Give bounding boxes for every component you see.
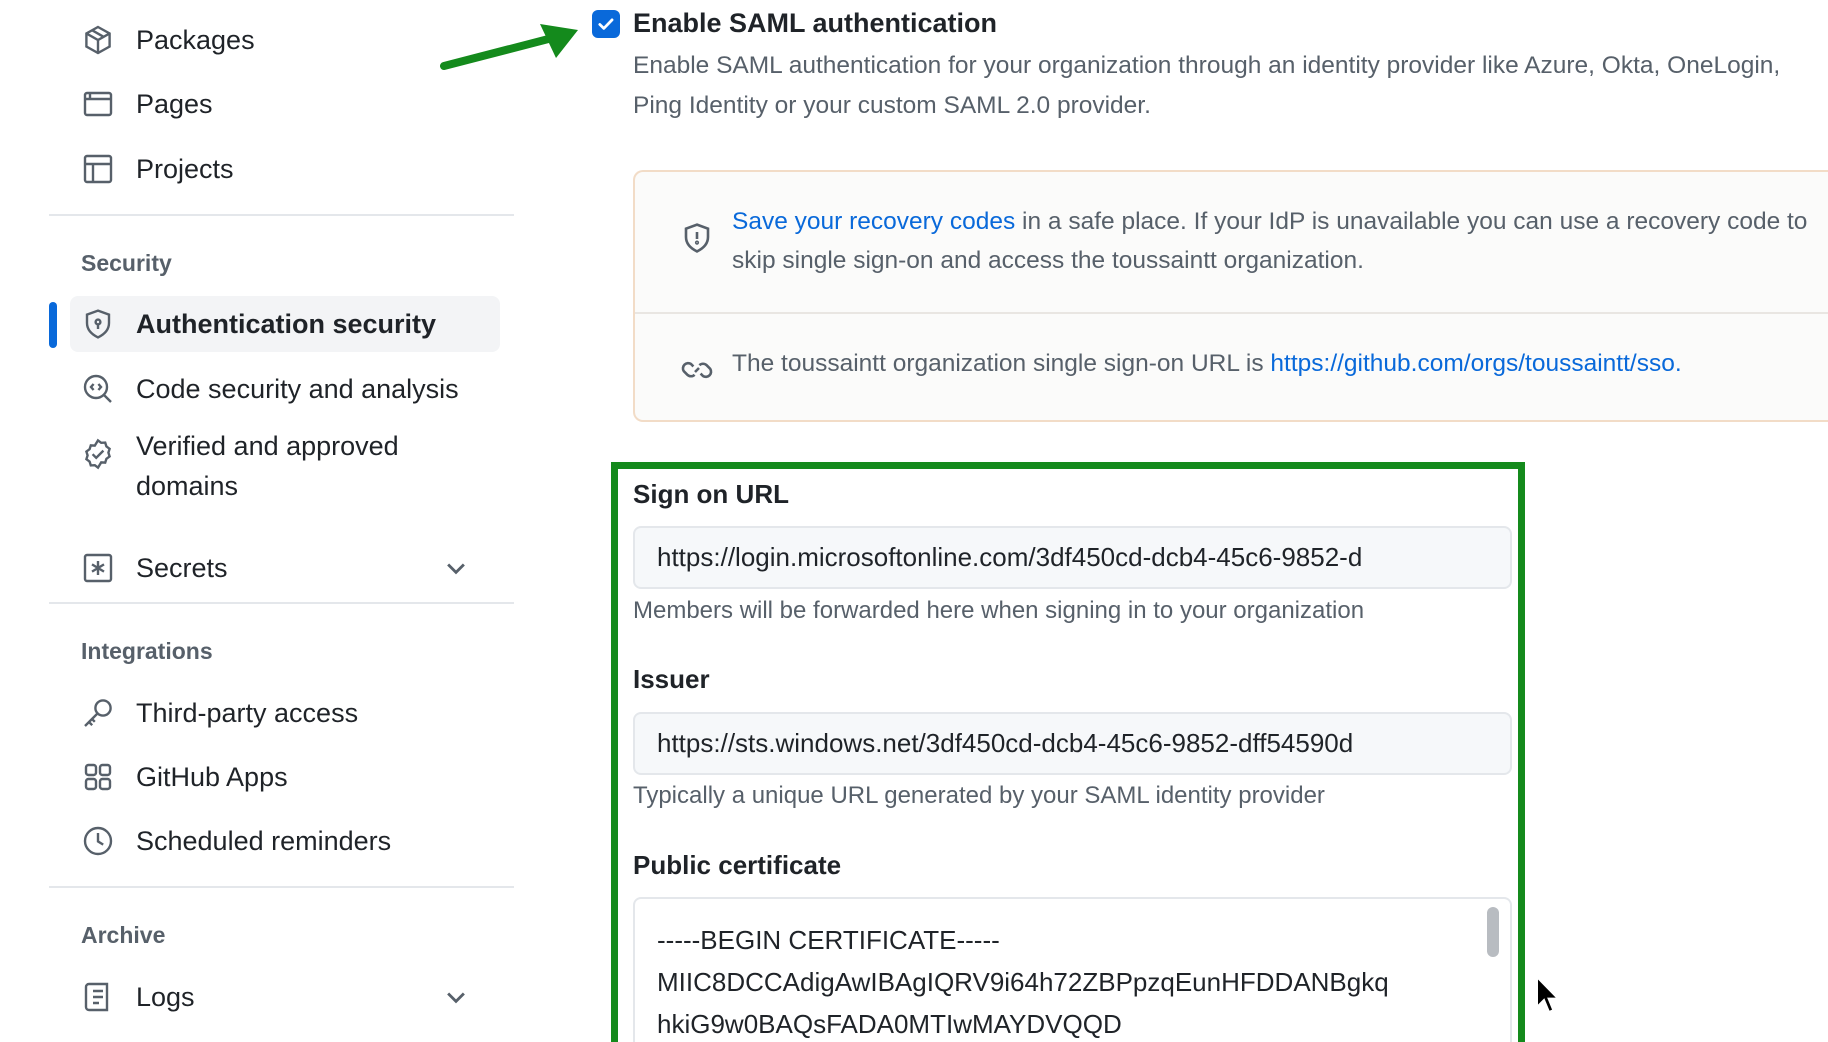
sidebar-item-label: Scheduled reminders xyxy=(136,826,392,856)
sso-url-text: The toussaintt organization single sign-… xyxy=(732,350,1271,377)
sidebar-item-github-apps[interactable]: GitHub Apps xyxy=(70,749,500,805)
shield-lock-icon xyxy=(70,296,126,352)
shield-icon xyxy=(684,223,710,253)
enable-saml-checkbox[interactable] xyxy=(592,10,620,38)
sso-url-message: The toussaintt organization single sign-… xyxy=(732,350,1682,378)
key-icon xyxy=(70,685,126,741)
package-icon xyxy=(70,12,126,68)
settings-sidebar: Packages Pages Projects Security Authent… xyxy=(0,0,530,1042)
public-certificate-label: Public certificate xyxy=(633,850,842,880)
sidebar-item-authentication-security[interactable]: Authentication security xyxy=(70,296,500,352)
sidebar-item-label: Projects xyxy=(136,154,234,184)
recovery-codes-link[interactable]: Save your recovery codes xyxy=(732,208,1015,235)
settings-page: Packages Pages Projects Security Authent… xyxy=(0,0,1828,1042)
codescan-icon xyxy=(70,361,126,417)
sidebar-divider xyxy=(49,214,514,216)
enable-saml-description: Enable SAML authentication for your orga… xyxy=(633,52,1781,119)
sidebar-heading-security: Security xyxy=(81,250,172,276)
asterisk-icon xyxy=(70,540,126,596)
sidebar-item-label: GitHub Apps xyxy=(136,762,288,792)
sidebar-item-label: Secrets xyxy=(136,553,228,583)
table-icon xyxy=(70,141,126,197)
sidebar-item-label: Authentication security xyxy=(136,309,437,339)
sidebar-item-label: Code security and analysis xyxy=(136,374,459,404)
apps-icon xyxy=(70,749,126,805)
browser-icon xyxy=(70,76,126,132)
enable-saml-label[interactable]: Enable SAML authentication xyxy=(633,8,997,39)
sign-on-url-input[interactable]: https://login.microsoftonline.com/3df450… xyxy=(633,526,1512,589)
link-icon xyxy=(681,361,713,379)
sidebar-heading-integrations: Integrations xyxy=(81,638,213,664)
sidebar-heading-archive: Archive xyxy=(81,922,166,948)
sidebar-item-label: Logs xyxy=(136,982,195,1012)
textarea-scrollbar[interactable] xyxy=(1487,907,1499,957)
public-certificate-textarea[interactable]: -----BEGIN CERTIFICATE----- MIIC8DCCAdig… xyxy=(633,897,1512,1042)
issuer-label: Issuer xyxy=(633,664,710,694)
sidebar-item-third-party-access[interactable]: Third-party access xyxy=(70,685,500,741)
sign-on-url-label: Sign on URL xyxy=(633,479,789,509)
sso-url-link[interactable]: https://github.com/orgs/toussaintt/sso. xyxy=(1270,350,1681,377)
chevron-down-icon[interactable] xyxy=(442,983,470,1011)
chevron-down-icon[interactable] xyxy=(442,554,470,582)
sidebar-item-secrets[interactable]: Secrets xyxy=(70,540,500,596)
sso-info-flash: Save your recovery codes in a safe place… xyxy=(633,170,1828,422)
sidebar-item-pages[interactable]: Pages xyxy=(70,76,500,132)
sidebar-divider xyxy=(49,886,514,888)
flash-divider xyxy=(635,312,1828,314)
issuer-input[interactable]: https://sts.windows.net/3df450cd-dcb4-45… xyxy=(633,712,1512,775)
issuer-hint: Typically a unique URL generated by your… xyxy=(633,782,1325,809)
sidebar-item-verified-domains[interactable]: Verified and approved domains xyxy=(70,426,500,526)
sidebar-item-projects[interactable]: Projects xyxy=(70,141,500,197)
sidebar-item-logs[interactable]: Logs xyxy=(70,969,500,1025)
sidebar-item-label: Verified and approved domains xyxy=(136,431,399,501)
clock-icon xyxy=(70,813,126,869)
log-icon xyxy=(70,969,126,1025)
sidebar-divider xyxy=(49,602,514,604)
verified-icon xyxy=(70,426,126,482)
recovery-codes-message: Save your recovery codes in a safe place… xyxy=(732,202,1828,280)
sidebar-item-label: Third-party access xyxy=(136,698,359,728)
sign-on-url-hint: Members will be forwarded here when sign… xyxy=(633,597,1365,624)
check-icon xyxy=(598,18,614,30)
annotation-arrow-icon xyxy=(440,24,578,70)
active-indicator xyxy=(49,302,57,348)
sidebar-item-scheduled-reminders[interactable]: Scheduled reminders xyxy=(70,813,500,869)
mouse-cursor-icon xyxy=(1536,975,1561,1014)
sidebar-item-label: Pages xyxy=(136,89,213,119)
sidebar-item-packages[interactable]: Packages xyxy=(70,12,500,68)
sidebar-item-label: Packages xyxy=(136,25,255,55)
sidebar-item-code-security[interactable]: Code security and analysis xyxy=(70,361,500,417)
